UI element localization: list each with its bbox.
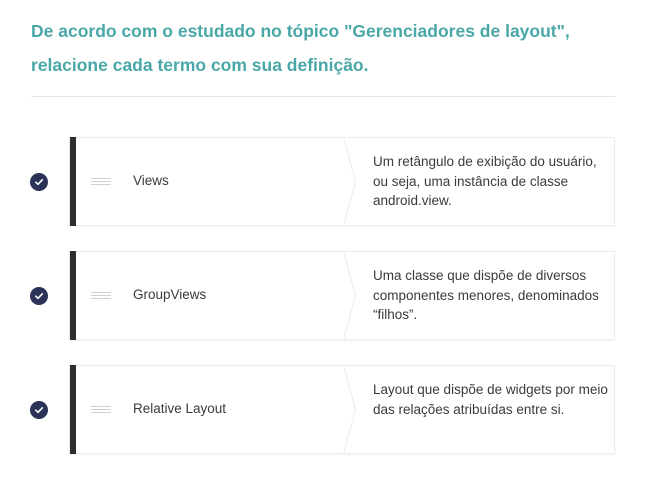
drag-handle-icon[interactable] (91, 292, 111, 300)
check-circle-icon (30, 401, 48, 419)
match-row: Views Um retângulo de exibição do usuári… (0, 137, 646, 227)
drag-handle-icon[interactable] (91, 178, 111, 186)
arrow-divider (343, 137, 357, 226)
match-card: Views Um retângulo de exibição do usuári… (69, 137, 615, 226)
card-accent-bar (70, 365, 76, 454)
card-accent-bar (70, 251, 76, 340)
question-text: De acordo com o estudado no tópico "Gere… (31, 21, 570, 75)
term-label[interactable]: GroupViews (133, 287, 206, 302)
match-row: GroupViews Uma classe que dispõe de dive… (0, 251, 646, 341)
definition-text: Uma classe que dispõe de diversos compon… (373, 268, 599, 322)
term-label[interactable]: Relative Layout (133, 401, 226, 416)
match-card: GroupViews Uma classe que dispõe de dive… (69, 251, 615, 340)
term-label[interactable]: Views (133, 173, 169, 188)
divider (31, 96, 615, 97)
arrow-divider (343, 251, 357, 340)
card-accent-bar (70, 137, 76, 226)
definition-text: Layout que dispõe de widgets por meio da… (373, 382, 608, 417)
match-card: Relative Layout Layout que dispõe de wid… (69, 365, 615, 454)
definition-text: Um retângulo de exibição do usuário, ou … (373, 154, 597, 208)
check-circle-icon (30, 287, 48, 305)
arrow-divider (343, 365, 357, 454)
drag-handle-icon[interactable] (91, 406, 111, 414)
check-circle-icon (30, 173, 48, 191)
match-row: Relative Layout Layout que dispõe de wid… (0, 365, 646, 455)
matching-question-page: De acordo com o estudado no tópico "Gere… (0, 0, 646, 478)
